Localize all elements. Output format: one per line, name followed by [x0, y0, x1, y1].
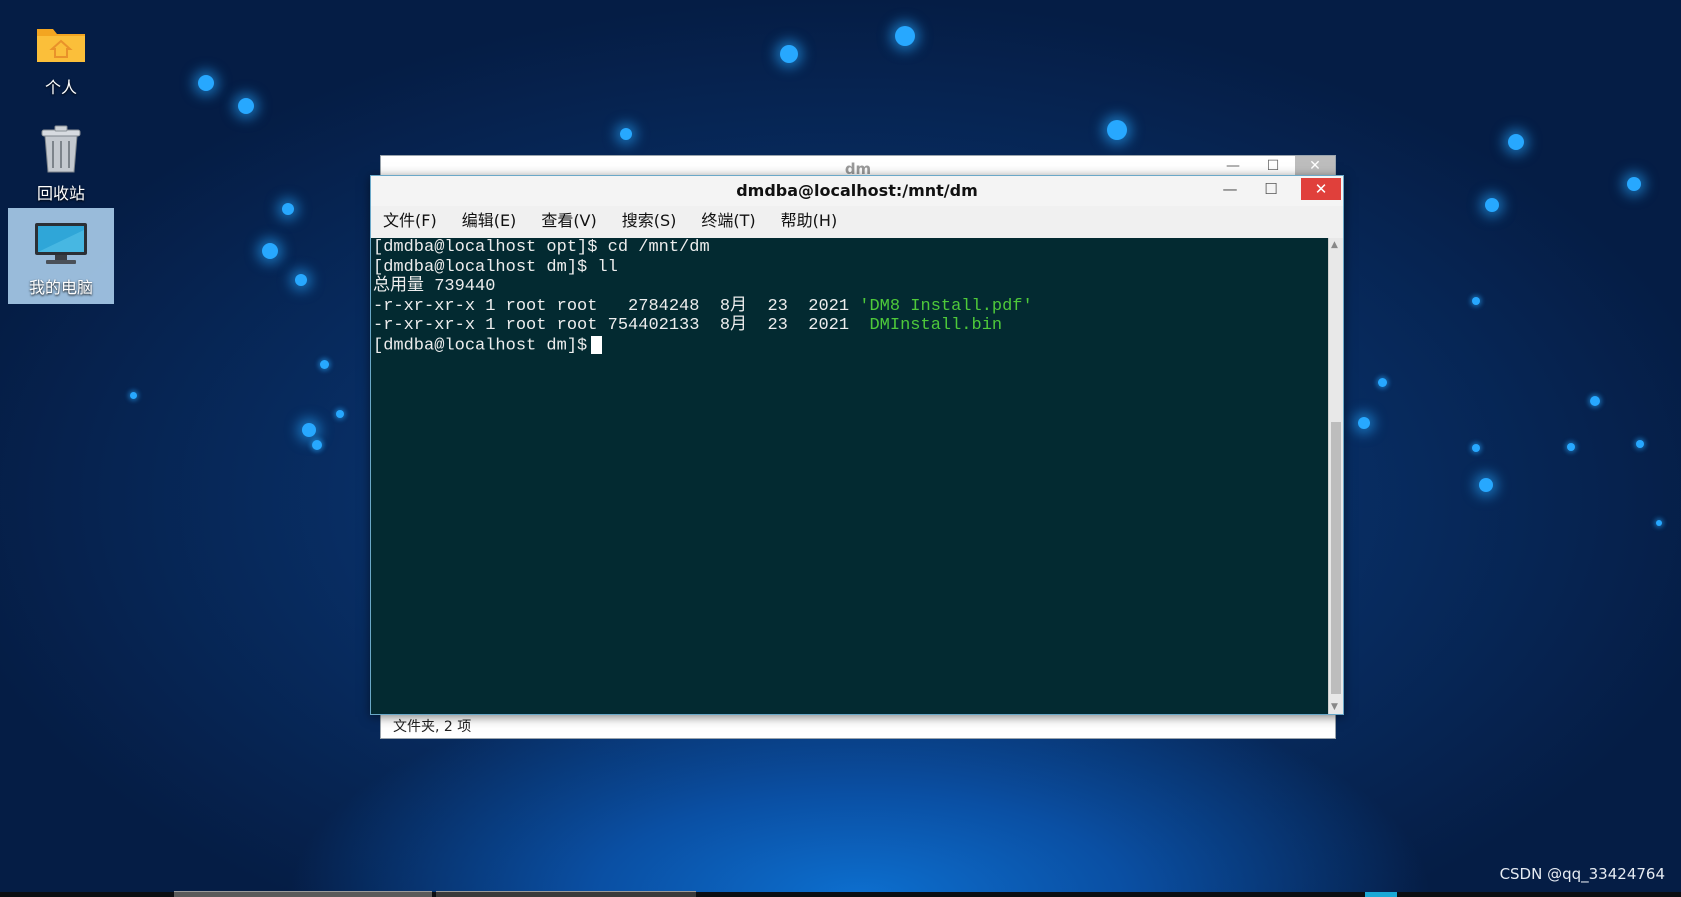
network-light: [1472, 444, 1480, 452]
terminal-line: -r-xr-xr-x 1 root root 754402133 8月 23 2…: [373, 316, 1003, 336]
menu-edit[interactable]: 编辑(E): [462, 206, 517, 234]
network-light: [320, 360, 329, 369]
network-light: [1479, 478, 1493, 492]
network-light: [1378, 378, 1387, 387]
watermark: CSDN @qq_33424764: [1499, 865, 1665, 883]
window-title: dmdba@localhost:/mnt/dm: [736, 181, 978, 200]
desktop-icon-personal[interactable]: 个人: [8, 8, 114, 104]
network-light: [1472, 297, 1480, 305]
network-light: [780, 45, 798, 63]
network-light: [1358, 417, 1370, 429]
network-light: [262, 243, 278, 259]
file-name-pdf: 'DM8 Install.pdf': [859, 296, 1033, 316]
desktop-icon-label: 个人: [44, 78, 77, 97]
close-button[interactable]: ✕: [1301, 178, 1341, 200]
network-light: [1485, 198, 1499, 212]
terminal-window[interactable]: dmdba@localhost:/mnt/dm — ☐ ✕ 文件(F) 编辑(E…: [370, 175, 1344, 715]
network-light: [302, 423, 316, 437]
network-light: [312, 440, 322, 450]
scroll-up-arrow-icon[interactable]: ▲: [1331, 240, 1338, 250]
status-bar: 文件夹, 2 项: [393, 719, 472, 735]
network-light: [130, 392, 137, 399]
terminal-line: -r-xr-xr-x 1 root root 2784248 8月 23 202…: [373, 296, 1033, 316]
minimize-button[interactable]: —: [1210, 178, 1250, 200]
close-button[interactable]: ✕: [1295, 156, 1335, 176]
network-light: [1636, 440, 1644, 448]
computer-icon: [32, 218, 90, 268]
terminal-line: [dmdba@localhost opt]$ cd /mnt/dm: [373, 238, 710, 257]
desktop-icon-trash[interactable]: 回收站: [8, 114, 114, 210]
network-light: [198, 75, 214, 91]
menu-file[interactable]: 文件(F): [383, 206, 437, 234]
scrollbar[interactable]: ▲ ▼: [1328, 238, 1343, 714]
terminal-prompt-line: [dmdba@localhost dm]$: [373, 335, 1328, 356]
network-light: [1107, 120, 1127, 140]
terminal-cursor: [591, 335, 603, 354]
title-bar[interactable]: dmdba@localhost:/mnt/dm — ☐ ✕: [371, 176, 1343, 206]
taskbar-indicator[interactable]: [1365, 892, 1397, 897]
network-light: [1627, 177, 1641, 191]
network-light: [1656, 520, 1662, 526]
minimize-button[interactable]: —: [1213, 156, 1253, 176]
home-folder-icon: [35, 18, 87, 68]
terminal-line: 总用量 739440: [373, 277, 496, 297]
terminal-line: [dmdba@localhost dm]$ ll: [373, 257, 618, 277]
network-light: [336, 410, 344, 418]
network-light: [1508, 134, 1524, 150]
file-name-bin: DMInstall.bin: [869, 316, 1003, 336]
network-light: [1567, 443, 1575, 451]
taskbar-item[interactable]: [174, 891, 432, 897]
scroll-down-arrow-icon[interactable]: ▼: [1331, 702, 1338, 712]
network-light: [620, 128, 632, 140]
desktop-icon-label: 回收站: [36, 184, 85, 203]
desktop-icon-label: 我的电脑: [28, 278, 93, 297]
network-light: [895, 26, 915, 46]
menu-help[interactable]: 帮助(H): [781, 206, 838, 234]
desktop-icon-my-computer[interactable]: 我的电脑: [8, 208, 114, 304]
network-light: [238, 98, 254, 114]
maximize-button[interactable]: ☐: [1251, 178, 1291, 200]
menu-bar: 文件(F) 编辑(E) 查看(V) 搜索(S) 终端(T) 帮助(H): [371, 206, 1343, 234]
network-light: [1590, 396, 1600, 406]
taskbar: [0, 891, 1681, 897]
trash-icon: [38, 124, 84, 174]
network-light: [282, 203, 294, 215]
network-light: [295, 274, 307, 286]
menu-search[interactable]: 搜索(S): [622, 206, 677, 234]
maximize-button[interactable]: ☐: [1253, 156, 1293, 176]
taskbar-item[interactable]: [436, 891, 696, 897]
menu-view[interactable]: 查看(V): [541, 206, 596, 234]
desktop: 个人 回收站 我的电脑 dm — ☐ ✕ 文件夹, 2 项 dmdba@loca…: [0, 0, 1681, 897]
menu-terminal[interactable]: 终端(T): [701, 206, 755, 234]
scrollbar-thumb[interactable]: [1331, 422, 1341, 694]
terminal-output[interactable]: [dmdba@localhost opt]$ cd /mnt/dm [dmdba…: [371, 238, 1328, 714]
